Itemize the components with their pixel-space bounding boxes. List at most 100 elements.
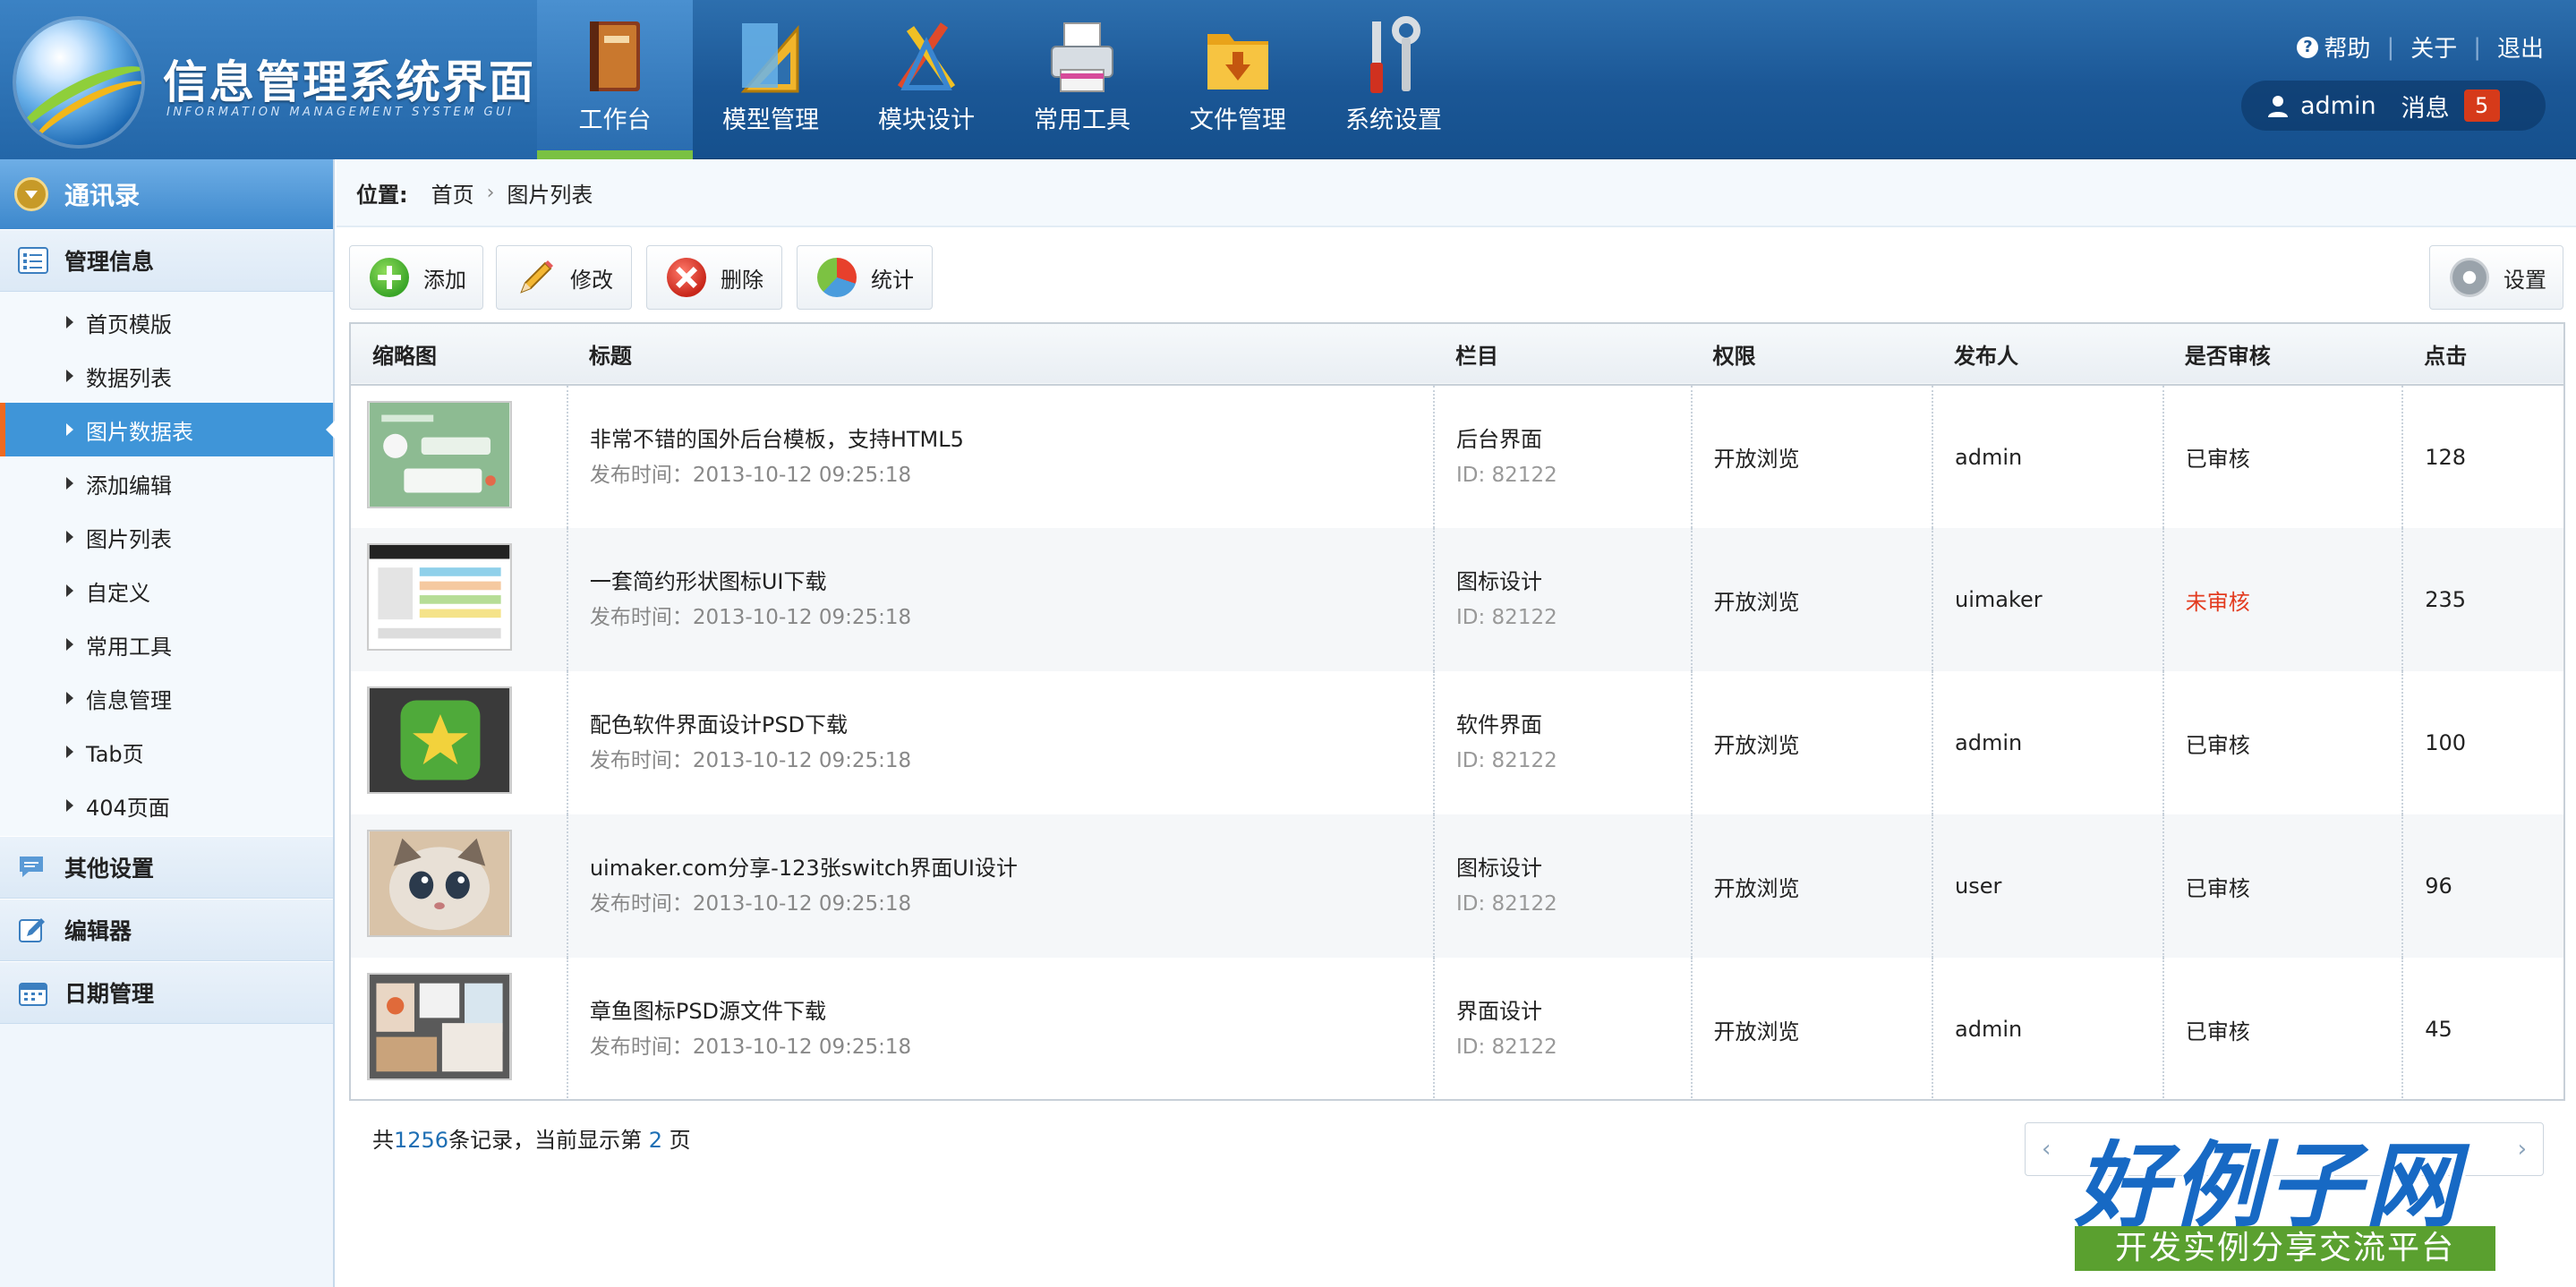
- sidebar-section-editor[interactable]: 编辑器: [0, 899, 333, 961]
- row-author: user: [1932, 814, 2164, 958]
- logout-link[interactable]: 退出: [2497, 30, 2544, 64]
- folder-icon: [1207, 34, 1268, 89]
- row-publish-time: 发布时间：2013-10-12 09:25:18: [589, 892, 912, 916]
- sidebar-item-tab-page[interactable]: Tab页: [0, 725, 333, 779]
- thumbnail-image[interactable]: [367, 400, 512, 508]
- row-status: 未审核: [2162, 528, 2404, 671]
- row-title[interactable]: 配色软件界面设计PSD下载: [590, 707, 1433, 743]
- calendar-icon: [19, 983, 47, 1006]
- row-column: 图标设计: [1456, 569, 1542, 594]
- nav-file-management[interactable]: 文件管理: [1160, 0, 1316, 159]
- edit-icon: [19, 918, 45, 942]
- help-link[interactable]: 帮助: [2324, 30, 2370, 64]
- prev-page-button[interactable]: ‹: [2042, 1136, 2051, 1163]
- watermark-logo-text: 好例子网: [2075, 1131, 2462, 1240]
- sidebar-section-other-settings[interactable]: 其他设置: [0, 836, 333, 899]
- row-title[interactable]: 非常不错的国外后台模板，支持HTML5: [590, 422, 1433, 457]
- row-clicks: 100: [2425, 730, 2467, 755]
- top-links: ? 帮助 | 关于 | 退出: [2297, 30, 2544, 64]
- sidebar-item-404-page[interactable]: 404页面: [0, 779, 333, 832]
- sidebar-item-home-template[interactable]: 首页模版: [0, 295, 333, 349]
- user-icon: [2268, 96, 2288, 117]
- sidebar-contacts[interactable]: 通讯录: [0, 159, 333, 229]
- book-icon: [590, 21, 640, 91]
- top-header: 信息管理系统界面 INFORMATION MANAGEMENT SYSTEM G…: [0, 0, 2576, 159]
- breadcrumb-current: 图片列表: [507, 182, 593, 208]
- messages-link[interactable]: 消息: [2401, 89, 2450, 124]
- row-status: 已审核: [2162, 814, 2404, 958]
- row-publish-time: 发布时间：2013-10-12 09:25:18: [589, 463, 912, 487]
- row-status: 已审核: [2162, 958, 2404, 1101]
- globe-logo-icon: [16, 20, 141, 145]
- sidebar-item-image-list[interactable]: 图片列表: [0, 510, 333, 564]
- row-column: 界面设计: [1456, 999, 1542, 1024]
- total-records: 1256: [394, 1128, 449, 1153]
- thumbnail-image[interactable]: [367, 543, 512, 651]
- thumbnail-image[interactable]: [367, 830, 512, 937]
- sidebar-item-image-table[interactable]: 图片数据表: [0, 403, 335, 456]
- row-id: ID: 82122: [1456, 463, 1557, 487]
- design-tools-icon: [897, 22, 956, 90]
- stats-button[interactable]: 统计: [797, 245, 933, 310]
- nav-module-design[interactable]: 模块设计: [849, 0, 1004, 159]
- chevron-right-icon: ›: [486, 181, 495, 204]
- breadcrumb-home[interactable]: 首页: [431, 177, 474, 209]
- message-count-badge[interactable]: 5: [2463, 89, 2500, 122]
- nav-system-settings[interactable]: 系统设置: [1316, 0, 1471, 159]
- edit-button[interactable]: 修改: [496, 245, 632, 310]
- user-box: admin 消息 5: [2241, 81, 2546, 131]
- row-title[interactable]: uimaker.com分享-123张switch界面UI设计: [590, 850, 1433, 886]
- sidebar-item-custom[interactable]: 自定义: [0, 564, 333, 618]
- sidebar-item-info-management[interactable]: 信息管理: [0, 671, 333, 725]
- row-author: admin: [1932, 671, 2164, 814]
- sidebar-menu: 首页模版 数据列表 图片数据表 添加编辑 图片列表 自定义 常用工具 信息管理 …: [0, 292, 335, 836]
- add-button[interactable]: 添加: [349, 245, 483, 310]
- row-id: ID: 82122: [1456, 1036, 1557, 1059]
- row-clicks: 96: [2425, 874, 2452, 899]
- chat-icon: [20, 857, 43, 877]
- logo: 信息管理系统界面 INFORMATION MANAGEMENT SYSTEM G…: [0, 0, 537, 159]
- delete-icon: [667, 258, 706, 297]
- table-row: 配色软件界面设计PSD下载 发布时间：2013-10-12 09:25:18 软件…: [351, 671, 2563, 814]
- record-summary: 共1256条记录，当前显示第 2 页: [372, 1128, 691, 1153]
- row-author: uimaker: [1932, 528, 2164, 671]
- current-page: 2: [648, 1128, 662, 1153]
- row-permission: 开放浏览: [1691, 671, 1934, 814]
- app-subtitle: INFORMATION MANAGEMENT SYSTEM GUI: [166, 106, 515, 119]
- username[interactable]: admin: [2300, 92, 2376, 120]
- help-icon[interactable]: ?: [2297, 36, 2319, 58]
- list-icon: [18, 247, 48, 274]
- nav-model-management[interactable]: 模型管理: [693, 0, 849, 159]
- thumbnail-image[interactable]: [367, 973, 512, 1080]
- sidebar-item-add-edit[interactable]: 添加编辑: [0, 456, 333, 510]
- sidebar-item-data-list[interactable]: 数据列表: [0, 349, 333, 403]
- row-column: 后台界面: [1456, 426, 1542, 452]
- sidebar-section-date-management[interactable]: 日期管理: [0, 961, 333, 1024]
- row-title[interactable]: 一套简约形状图标UI下载: [590, 564, 1433, 600]
- thumbnail-image[interactable]: [367, 686, 512, 794]
- toolbar: 添加 修改 删除 统计 设置: [349, 245, 2563, 310]
- main-nav: 工作台 模型管理 模块设计 常用工具 文件管理 系统设置: [537, 0, 1471, 159]
- add-icon: [370, 258, 409, 297]
- pencil-icon: [520, 260, 553, 294]
- sidebar-item-common-tools[interactable]: 常用工具: [0, 618, 333, 671]
- row-column: 软件界面: [1456, 712, 1542, 737]
- column-header: 点击: [2424, 344, 2468, 369]
- column-header: 是否审核: [2184, 344, 2271, 369]
- sidebar-section-manage-info[interactable]: 管理信息: [0, 229, 333, 292]
- delete-button[interactable]: 删除: [646, 245, 782, 310]
- nav-common-tools[interactable]: 常用工具: [1004, 0, 1160, 159]
- nav-workbench[interactable]: 工作台: [537, 0, 693, 159]
- row-permission: 开放浏览: [1691, 528, 1934, 671]
- image-table: 缩略图 标题 栏目 权限 发布人 是否审核 点击 非常不错的国外后台模板，支持H…: [349, 322, 2565, 1101]
- table-row: 一套简约形状图标UI下载 发布时间：2013-10-12 09:25:18 图标设…: [351, 528, 2563, 671]
- row-title[interactable]: 章鱼图标PSD源文件下载: [590, 993, 1433, 1029]
- table-row: 非常不错的国外后台模板，支持HTML5 发布时间：2013-10-12 09:25…: [351, 385, 2563, 528]
- settings-button[interactable]: 设置: [2429, 245, 2563, 310]
- row-clicks: 45: [2425, 1017, 2452, 1042]
- watermark-tagline: 开发实例分享交流平台: [2075, 1226, 2495, 1271]
- about-link[interactable]: 关于: [2410, 30, 2457, 64]
- row-clicks: 128: [2425, 444, 2467, 470]
- row-clicks: 235: [2425, 587, 2467, 612]
- pie-chart-icon: [817, 258, 857, 297]
